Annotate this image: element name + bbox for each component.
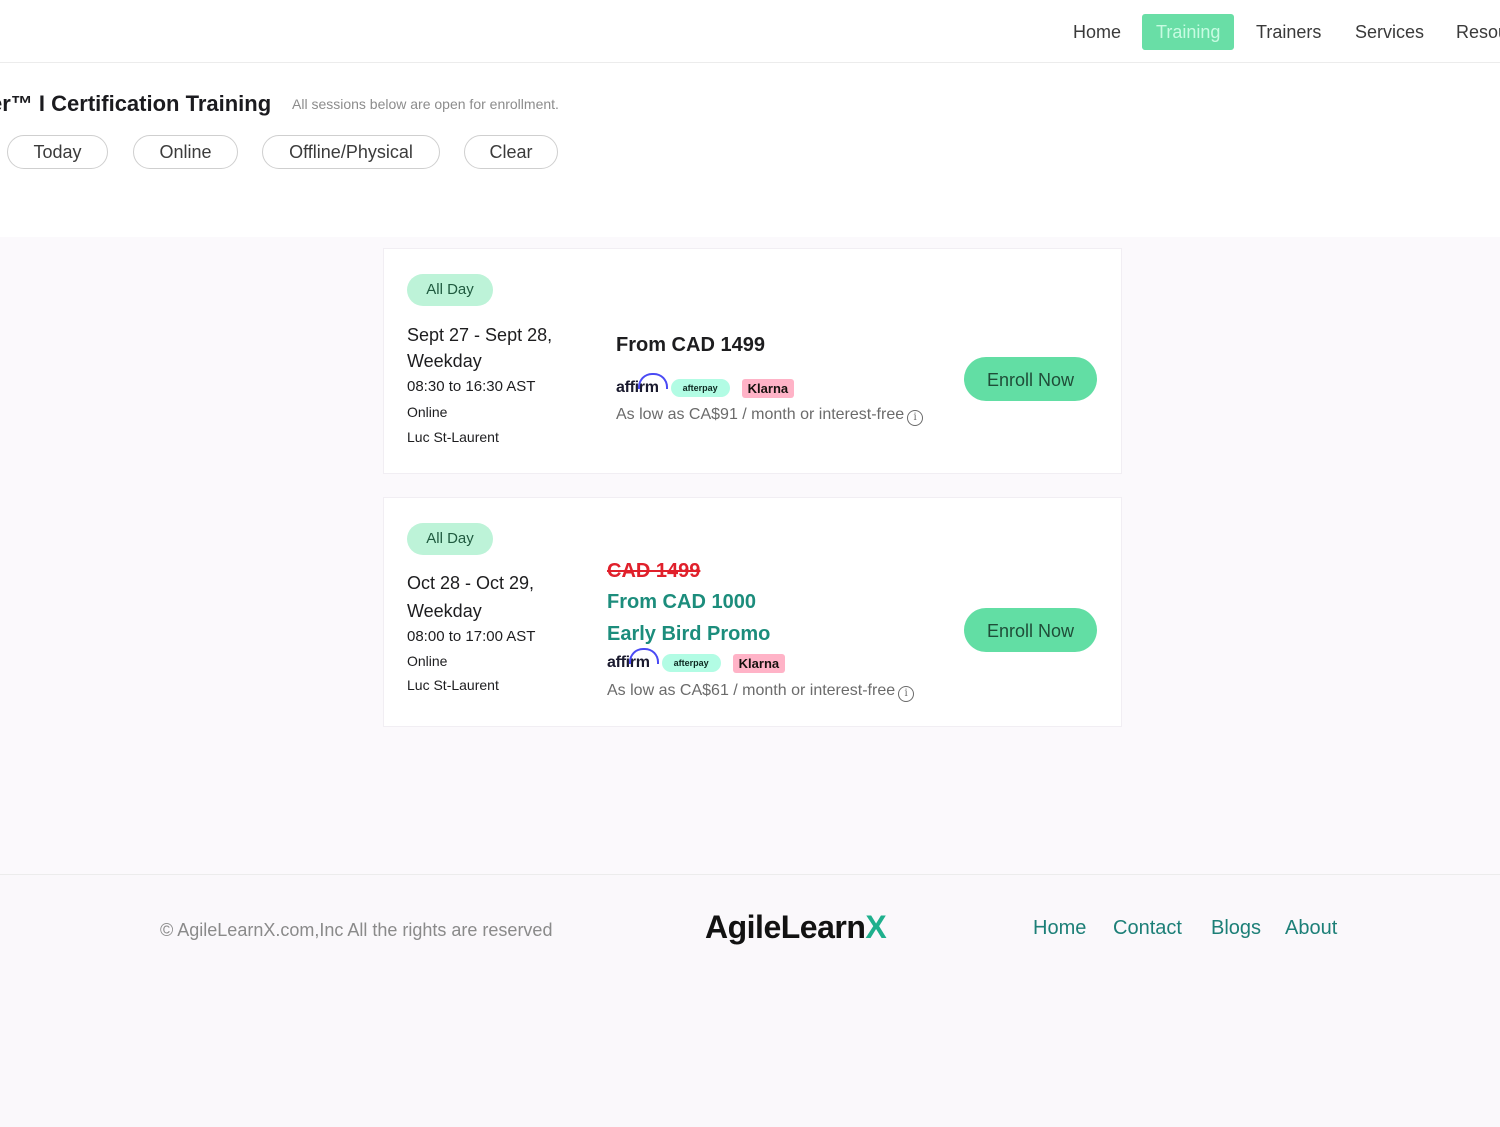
session-weekday: Weekday — [407, 351, 482, 371]
footer: © AgileLearnX.com,Inc All the rights are… — [0, 874, 1500, 1127]
session-price: From CAD 1000 — [607, 591, 756, 613]
klarna-logo-icon: Klarna — [732, 653, 786, 673]
enroll-now-button[interactable]: Enroll Now — [964, 608, 1097, 652]
session-dates: Sept 27 - Sept 28, — [407, 325, 553, 345]
page-subtitle: All sessions below are open for enrollme… — [292, 96, 559, 112]
footer-link-contact[interactable]: Contact — [1113, 917, 1182, 940]
filter-offline-button[interactable]: Offline/Physical — [262, 135, 440, 169]
installment-text: As low as CA$61 / month or interest-free… — [607, 682, 915, 702]
installment-text: As low as CA$91 / month or interest-free… — [616, 406, 924, 426]
klarna-logo-icon: Klarna — [741, 378, 795, 398]
session-weekday: Weekday — [407, 601, 482, 621]
footer-link-home[interactable]: Home — [1033, 917, 1086, 940]
session-trainer: Luc St-Laurent — [407, 677, 499, 693]
affirm-logo-icon: affirm — [616, 373, 668, 397]
copyright-text: © AgileLearnX.com,Inc All the rights are… — [160, 920, 553, 940]
afterpay-logo-icon: afterpay — [661, 654, 721, 672]
session-mode: Online — [407, 404, 448, 420]
nav-services[interactable]: Services — [1355, 14, 1424, 50]
session-time: 08:00 to 17:00 AST — [407, 628, 536, 645]
promo-label: Early Bird Promo — [607, 623, 771, 645]
page-header: er™ I Certification Training All session… — [0, 63, 1500, 237]
top-navigation: Home Training Trainers Services Resou — [0, 0, 1500, 63]
nav-resources[interactable]: Resou — [1456, 14, 1500, 50]
nav-home[interactable]: Home — [1073, 14, 1121, 50]
session-dates: Oct 28 - Oct 29, — [407, 573, 535, 593]
affirm-logo-icon: affirm — [607, 648, 659, 672]
session-type-badge: All Day — [407, 523, 493, 555]
nav-training[interactable]: Training — [1142, 14, 1235, 50]
afterpay-logo-icon: afterpay — [670, 379, 730, 397]
session-card: All Day Sept 27 - Sept 28, Weekday 08:30… — [383, 248, 1122, 474]
filter-online-button[interactable]: Online — [133, 135, 238, 169]
footer-link-blogs[interactable]: Blogs — [1211, 917, 1261, 940]
payment-options: affirm afterpay Klarna — [616, 373, 795, 400]
session-price: From CAD 1499 — [616, 334, 765, 356]
footer-link-about[interactable]: About — [1285, 917, 1337, 940]
original-price: CAD 1499 — [607, 560, 701, 582]
filter-clear-button[interactable]: Clear — [464, 135, 558, 169]
info-icon[interactable]: i — [898, 686, 915, 702]
enroll-now-button[interactable]: Enroll Now — [964, 357, 1097, 401]
session-time: 08:30 to 16:30 AST — [407, 378, 536, 395]
page-title: er™ I Certification Training — [0, 91, 271, 117]
session-type-badge: All Day — [407, 274, 493, 306]
session-card: All Day Oct 28 - Oct 29, Weekday 08:00 t… — [383, 497, 1122, 727]
nav-trainers[interactable]: Trainers — [1256, 14, 1321, 50]
session-mode: Online — [407, 653, 448, 669]
payment-options: affirm afterpay Klarna — [607, 648, 786, 675]
info-icon[interactable]: i — [907, 410, 924, 426]
brand-logo[interactable]: AgileLearnX — [705, 909, 887, 946]
page-title-text: er™ I Certification Training — [0, 91, 272, 116]
filter-today-button[interactable]: Today — [7, 135, 108, 169]
session-trainer: Luc St-Laurent — [407, 429, 499, 445]
